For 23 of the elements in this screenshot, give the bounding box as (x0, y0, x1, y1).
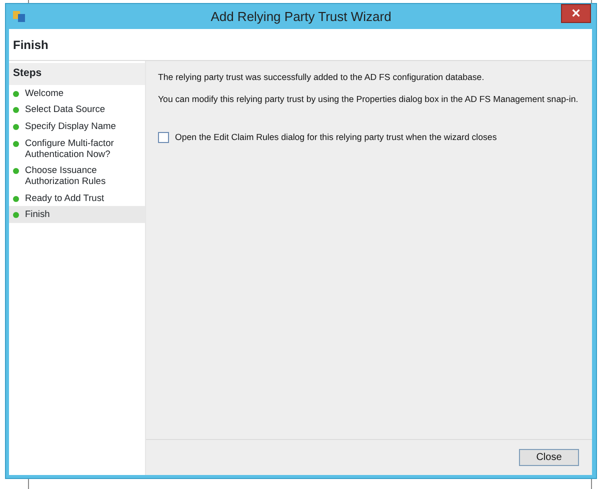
close-button[interactable]: Close (519, 449, 579, 466)
step-item[interactable]: Select Data Source (9, 101, 145, 118)
steps-heading: Steps (9, 63, 145, 85)
step-item[interactable]: Welcome (9, 84, 145, 102)
window-title: Add Relying Party Trust Wizard (210, 8, 392, 26)
status-dot (13, 196, 19, 202)
checkbox[interactable] (158, 132, 169, 144)
step-item[interactable]: Configure Multi-factor Authentication Now? (9, 134, 145, 162)
status-dot (13, 140, 19, 147)
app-icon (12, 9, 26, 23)
message-text: You can modify this relying party trust by using the Properties dialog box in the AD FS Management snap-in. (158, 93, 580, 106)
step-item[interactable]: Specify Display Name (9, 118, 145, 135)
status-dot (13, 168, 19, 174)
status-dot (13, 90, 19, 97)
step-item[interactable]: Choose Issuance Authorization Rules (9, 162, 145, 190)
close-button[interactable]: × (561, 4, 591, 23)
status-dot (13, 107, 19, 114)
message-text: The relying party trust was successfully added to the AD FS configuration database. (158, 71, 486, 84)
status-dot (13, 212, 19, 218)
status-dot (13, 124, 19, 130)
step-item[interactable]: Finish (9, 206, 145, 223)
checkbox-label: Open the Edit Claim Rules dialog for this relying party trust when the wizard closes (175, 131, 497, 144)
step-item[interactable]: Ready to Add Trust (9, 190, 145, 206)
